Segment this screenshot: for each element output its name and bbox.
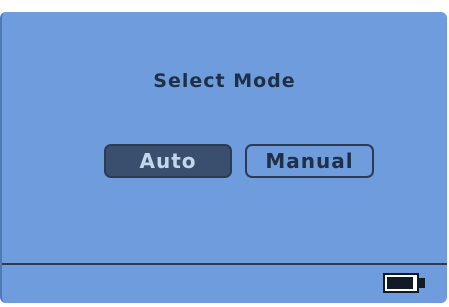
mode-selector: Auto Manual: [2, 144, 447, 180]
status-divider: [2, 263, 447, 265]
battery-icon: [383, 273, 429, 293]
battery-fill: [387, 277, 413, 289]
mode-auto-button[interactable]: Auto: [104, 144, 232, 178]
battery-tip: [419, 278, 425, 288]
device-frame: Select Mode Auto Manual: [0, 0, 449, 307]
screen-title: Select Mode: [153, 70, 296, 92]
mode-manual-button[interactable]: Manual: [245, 144, 374, 178]
battery-body: [383, 273, 419, 293]
lcd-screen: Select Mode Auto Manual: [0, 12, 447, 303]
